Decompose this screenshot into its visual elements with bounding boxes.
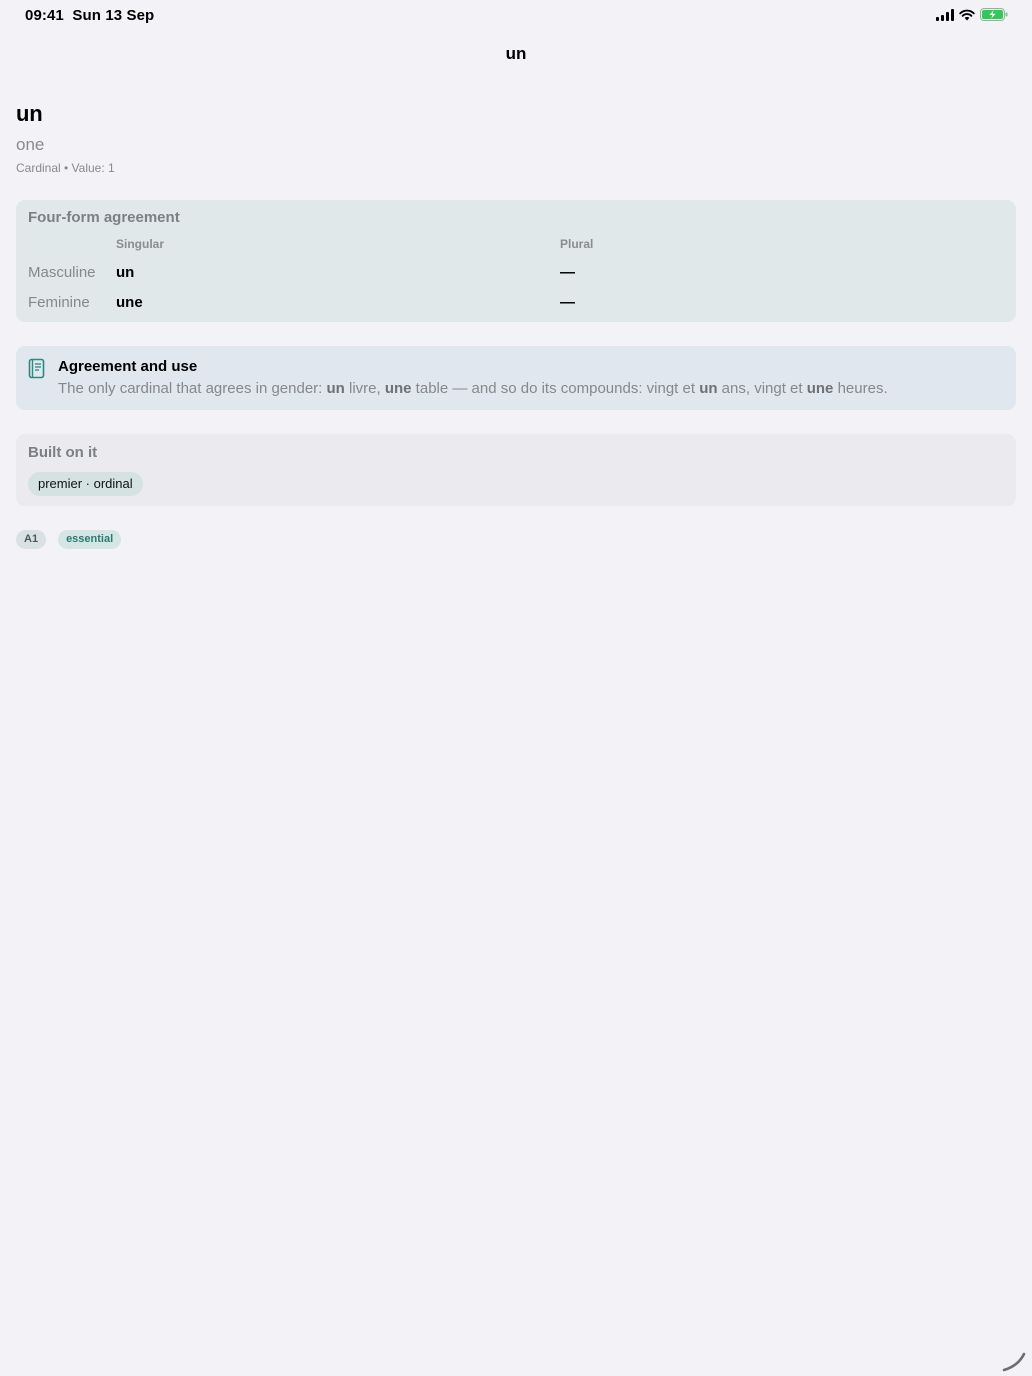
- note-body-text: ans, vingt et: [717, 380, 807, 397]
- cell-feminine-plural: —: [560, 294, 575, 311]
- agreement-heading: Four-form agreement: [28, 209, 180, 226]
- wifi-icon: [959, 9, 975, 20]
- level-tag: A1: [16, 530, 47, 549]
- word-translation: one: [16, 135, 45, 154]
- word-detail-screen: 09:41 Sun 13 Sep un un one Cardinal • Va…: [0, 0, 1032, 1376]
- cell-masculine-plural: —: [560, 264, 575, 281]
- row-label-masculine: Masculine: [28, 264, 96, 281]
- word-headword: un: [16, 101, 43, 126]
- usage-note-card: Agreement and use The only cardinal that…: [16, 346, 1016, 410]
- cell-masculine-singular: un: [116, 264, 135, 281]
- cellular-signal-icon: [936, 8, 954, 21]
- note-body-text: livre,: [344, 380, 385, 397]
- status-clock: 09:41: [25, 7, 64, 24]
- note-body-emphasis: un: [699, 380, 718, 397]
- battery-charging-icon: [980, 8, 1008, 21]
- status-time: 09:41 Sun 13 Sep: [25, 7, 154, 24]
- note-title: Agreement and use: [58, 358, 198, 375]
- tag-list: A1 essential: [16, 530, 122, 549]
- status-icons: [936, 8, 1008, 21]
- column-header-singular: Singular: [116, 237, 165, 251]
- nav-title: un: [505, 44, 527, 63]
- word-meta: Cardinal • Value: 1: [16, 161, 115, 175]
- book-icon: [28, 358, 45, 379]
- note-body-text: heures.: [833, 380, 888, 397]
- category-tag: essential: [58, 530, 122, 549]
- note-body-emphasis: une: [384, 380, 412, 397]
- note-body-text: The only cardinal that agrees in gender:: [58, 380, 327, 397]
- corner-indicator-icon: [1002, 1352, 1026, 1372]
- cell-feminine-singular: une: [116, 294, 143, 311]
- note-body-emphasis: un: [326, 380, 345, 397]
- note-body: The only cardinal that agrees in gender:…: [58, 380, 888, 397]
- note-body-text: table — and so do its compounds: vingt e…: [411, 380, 700, 397]
- column-header-plural: Plural: [560, 237, 594, 251]
- status-bar: 09:41 Sun 13 Sep: [0, 0, 1032, 32]
- status-date: Sun 13 Sep: [72, 7, 155, 24]
- agreement-card: Four-form agreement Singular Plural Masc…: [16, 200, 1016, 322]
- note-body-emphasis: une: [806, 380, 834, 397]
- built-on-card: Built on it premier · ordinal: [16, 434, 1016, 506]
- related-word-chip[interactable]: premier · ordinal: [28, 472, 143, 496]
- built-on-heading: Built on it: [28, 444, 98, 461]
- row-label-feminine: Feminine: [28, 294, 90, 311]
